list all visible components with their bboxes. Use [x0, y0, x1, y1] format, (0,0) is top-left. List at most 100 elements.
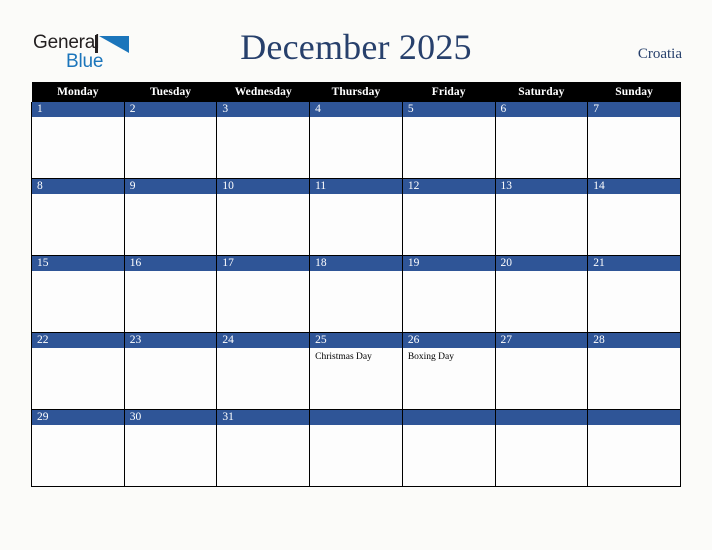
calendar-day-cell[interactable]: 14 [587, 178, 681, 256]
day-events [588, 425, 680, 428]
day-events [32, 348, 124, 351]
day-events [310, 194, 402, 197]
day-events [496, 425, 588, 428]
calendar-day-cell[interactable]: 9 [123, 178, 218, 256]
day-cell-content [402, 410, 495, 486]
day-cell-content: 8 [32, 179, 124, 255]
day-number: 13 [495, 179, 588, 194]
calendar-day-cell[interactable]: 10 [216, 178, 311, 256]
day-cell-content: 26 Boxing Day [402, 333, 495, 409]
calendar-day-cell[interactable]: 7 [587, 102, 681, 179]
weekday-header-friday: Friday [402, 82, 496, 102]
day-number: 30 [124, 410, 217, 425]
calendar-day-cell[interactable]: 13 [494, 178, 589, 256]
calendar-day-cell[interactable]: 15 [31, 255, 125, 333]
day-number: 26 [402, 333, 495, 348]
calendar-day-cell[interactable]: 4 [309, 102, 403, 179]
calendar-day-cell[interactable]: 23 [123, 332, 218, 410]
day-events [217, 271, 309, 274]
day-cell-content: 7 [588, 102, 680, 178]
day-cell-content: 10 [217, 179, 310, 255]
calendar-day-cell[interactable]: 25 Christmas Day [309, 332, 403, 410]
day-number: 27 [495, 333, 588, 348]
day-cell-content: 19 [402, 256, 495, 332]
day-events [403, 117, 495, 120]
weekday-header-row: Monday Tuesday Wednesday Thursday Friday… [31, 82, 681, 102]
day-events [588, 117, 680, 120]
day-cell-content: 14 [588, 179, 680, 255]
calendar-day-cell[interactable] [401, 409, 496, 487]
day-number: 14 [588, 179, 680, 194]
day-events [310, 117, 402, 120]
calendar-day-cell[interactable]: 3 [216, 102, 311, 179]
calendar-day-cell[interactable]: 26 Boxing Day [401, 332, 496, 410]
page-title: December 2025 [240, 27, 472, 67]
calendar-day-cell[interactable]: 27 [494, 332, 589, 410]
day-number: 7 [588, 102, 680, 117]
day-cell-content [310, 410, 402, 486]
day-number: 9 [124, 179, 217, 194]
calendar-day-cell[interactable]: 11 [309, 178, 403, 256]
day-number [495, 410, 588, 425]
day-cell-content: 27 [495, 333, 588, 409]
day-cell-content: 18 [310, 256, 402, 332]
day-events [496, 271, 588, 274]
calendar-day-cell[interactable] [587, 409, 681, 487]
calendar-day-cell[interactable]: 8 [31, 178, 125, 256]
day-cell-content: 24 [217, 333, 310, 409]
day-events [496, 194, 588, 197]
day-number: 1 [32, 102, 124, 117]
calendar-day-cell[interactable]: 29 [31, 409, 125, 487]
day-number: 20 [495, 256, 588, 271]
calendar-day-cell[interactable]: 30 [123, 409, 218, 487]
calendar-week-row: 29 30 31 [31, 409, 681, 487]
day-number: 8 [32, 179, 124, 194]
calendar-day-cell[interactable]: 5 [401, 102, 496, 179]
day-cell-content: 11 [310, 179, 402, 255]
day-number: 10 [217, 179, 310, 194]
calendar-day-cell[interactable]: 2 [123, 102, 218, 179]
day-number: 11 [310, 179, 402, 194]
day-cell-content: 25 Christmas Day [310, 333, 402, 409]
day-cell-content: 20 [495, 256, 588, 332]
calendar-day-cell[interactable] [309, 409, 403, 487]
calendar-day-cell[interactable]: 17 [216, 255, 311, 333]
day-cell-content: 15 [32, 256, 124, 332]
calendar-day-cell[interactable]: 18 [309, 255, 403, 333]
calendar-body: 1 2 3 4 5 6 7 8 9 10 11 12 13 14 15 16 17 18 19 20 21 22 23 24 2… [31, 102, 681, 487]
day-events [32, 271, 124, 274]
calendar-day-cell[interactable]: 1 [31, 102, 125, 179]
day-number: 28 [588, 333, 680, 348]
day-events [217, 194, 309, 197]
day-cell-content [588, 410, 680, 486]
day-cell-content: 30 [124, 410, 217, 486]
day-cell-content: 13 [495, 179, 588, 255]
day-cell-content: 5 [402, 102, 495, 178]
calendar-page: General Blue December 2025 Croatia Monda… [0, 0, 712, 550]
day-number: 21 [588, 256, 680, 271]
calendar-day-cell[interactable]: 12 [401, 178, 496, 256]
calendar-day-cell[interactable]: 19 [401, 255, 496, 333]
calendar-day-cell[interactable]: 20 [494, 255, 589, 333]
day-events: Boxing Day [403, 348, 495, 363]
calendar-day-cell[interactable]: 6 [494, 102, 589, 179]
calendar-grid: Monday Tuesday Wednesday Thursday Friday… [31, 82, 681, 487]
day-events [32, 425, 124, 428]
day-number: 19 [402, 256, 495, 271]
calendar-day-cell[interactable] [494, 409, 589, 487]
day-number: 4 [310, 102, 402, 117]
calendar-day-cell[interactable]: 31 [216, 409, 311, 487]
page-header: General Blue December 2025 Croatia [0, 0, 712, 82]
calendar-day-cell[interactable]: 22 [31, 332, 125, 410]
calendar-day-cell[interactable]: 16 [123, 255, 218, 333]
calendar-day-cell[interactable]: 24 [216, 332, 311, 410]
calendar-day-cell[interactable]: 28 [587, 332, 681, 410]
day-events [217, 425, 309, 428]
day-number [402, 410, 495, 425]
day-events: Christmas Day [310, 348, 402, 363]
day-events [217, 348, 309, 351]
day-cell-content: 1 [32, 102, 124, 178]
day-number: 12 [402, 179, 495, 194]
calendar-day-cell[interactable]: 21 [587, 255, 681, 333]
calendar-week-row: 1234567 [31, 102, 681, 179]
